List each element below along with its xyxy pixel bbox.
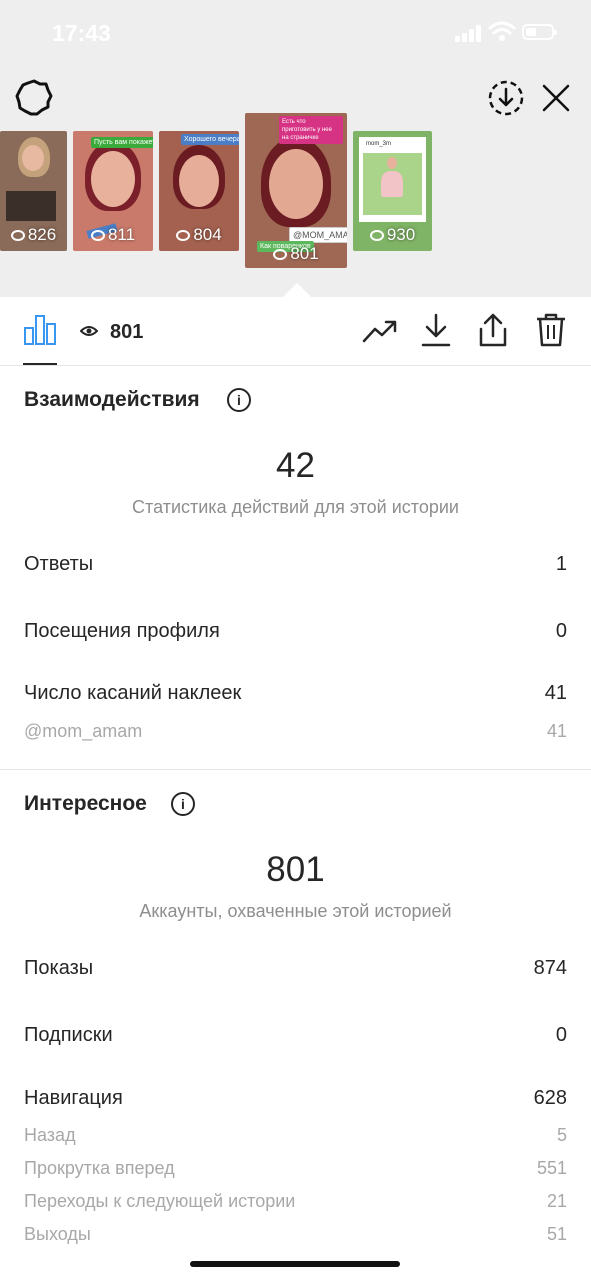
row-value: 0	[555, 1024, 567, 1046]
discovery-info-icon[interactable]: i	[171, 792, 195, 816]
section-divider	[0, 769, 591, 770]
story-carousel-area: 17:43 826 Пусть вам покажет 811 Хорошего…	[0, 0, 591, 297]
row-value: 874	[533, 957, 567, 979]
interactions-row-sticker-taps: Число касаний наклеек 41	[24, 682, 567, 708]
status-bar: 17:43	[0, 0, 591, 64]
row-value: 0	[555, 620, 567, 642]
row-value: 21	[546, 1191, 567, 1211]
navigation-row-next-story: Переходы к следующей истории 21	[24, 1191, 567, 1217]
discovery-row-follows: Подписки 0	[24, 1024, 567, 1050]
row-label: Прокрутка вперед	[24, 1158, 175, 1178]
row-value: 628	[533, 1087, 567, 1109]
insights-toolbar: 801	[0, 297, 591, 366]
save-download-icon[interactable]	[420, 312, 452, 348]
signal-icon	[455, 24, 483, 42]
row-label: @mom_amam	[24, 721, 143, 741]
row-value: 51	[546, 1224, 567, 1244]
row-label: Число касаний наклеек	[24, 682, 242, 704]
interactions-title: Взаимодействия	[24, 388, 200, 411]
download-circle-icon[interactable]	[487, 79, 525, 117]
story-views-3: 804	[193, 225, 222, 244]
interactions-total: 42	[276, 446, 315, 485]
interactions-row-sticker-mention: @mom_amam 41	[24, 721, 567, 747]
story-views-5: 930	[386, 225, 416, 244]
story-top-tag-4: Есть что приготовить у нее на страничке	[279, 116, 343, 144]
interactions-info-icon[interactable]: i	[227, 388, 251, 412]
story-thumbnail-4-selected[interactable]: Есть что приготовить у нее на страничке …	[245, 113, 347, 268]
story-views-4: 801	[290, 244, 319, 263]
row-value: 1	[555, 553, 567, 575]
insights-tab-underline	[23, 363, 57, 365]
insights-bar-chart-icon[interactable]	[23, 314, 57, 346]
settings-gear-icon[interactable]	[15, 79, 53, 117]
navigation-row-forward: Прокрутка вперед 551	[24, 1158, 567, 1184]
row-value: 41	[546, 721, 567, 741]
discovery-subtitle: Аккаунты, охваченные этой историей	[139, 901, 452, 921]
navigation-row-exits: Выходы 51	[24, 1224, 567, 1250]
row-label: Подписки	[24, 1024, 113, 1046]
story-thumbnail-1[interactable]: 826	[0, 131, 67, 251]
row-label: Посещения профиля	[24, 620, 220, 642]
discovery-total: 801	[266, 850, 325, 889]
discovery-title: Интересное	[24, 792, 147, 815]
wifi-icon	[488, 21, 516, 41]
row-label: Ответы	[24, 553, 94, 575]
selected-story-pointer	[283, 283, 311, 297]
story-views-2: 811	[107, 225, 136, 244]
delete-trash-icon[interactable]	[534, 312, 568, 348]
story-views-1: 826	[27, 225, 57, 244]
row-label: Навигация	[24, 1087, 123, 1109]
eye-icon	[80, 326, 98, 336]
interactions-row-replies: Ответы 1	[24, 553, 567, 579]
discovery-row-impressions: Показы 874	[24, 957, 567, 983]
row-value: 5	[556, 1125, 567, 1145]
story-tag-2: Пусть вам покажет	[91, 137, 153, 148]
row-label: Назад	[24, 1125, 76, 1145]
navigation-row-back: Назад 5	[24, 1125, 567, 1151]
home-indicator[interactable]	[190, 1261, 400, 1267]
row-value: 551	[536, 1158, 567, 1178]
battery-icon	[522, 24, 557, 40]
promote-trend-icon[interactable]	[362, 317, 398, 345]
reach-count: 801	[110, 321, 144, 343]
story-tag-3: Хорошего вечера	[181, 134, 239, 145]
row-label: Выходы	[24, 1224, 91, 1244]
row-label: Показы	[24, 957, 94, 979]
status-time: 17:43	[52, 20, 111, 46]
story-thumbnail-2[interactable]: Пусть вам покажет 811	[73, 131, 153, 251]
story-thumbnail-3[interactable]: Хорошего вечера 804	[159, 131, 239, 251]
row-label: Переходы к следующей истории	[24, 1191, 296, 1211]
row-value: 41	[544, 682, 567, 704]
interactions-subtitle: Статистика действий для этой истории	[132, 497, 459, 517]
story-thumbnail-5[interactable]: mom_3m 930	[353, 131, 432, 251]
close-icon[interactable]	[540, 82, 572, 114]
discovery-row-navigation: Навигация 628	[24, 1087, 567, 1113]
story-tag-5: mom_3m	[366, 141, 392, 147]
interactions-row-profile-visits: Посещения профиля 0	[24, 620, 567, 646]
share-icon[interactable]	[477, 312, 509, 348]
